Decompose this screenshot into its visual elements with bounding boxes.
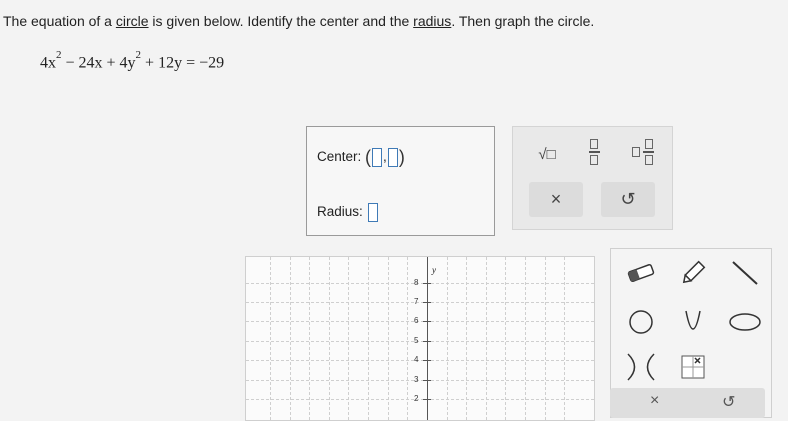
- y-axis: [427, 257, 428, 420]
- y-axis-label: y: [432, 265, 436, 275]
- prompt-text-1: The equation of a: [3, 13, 116, 29]
- graph-canvas[interactable]: y 8 7 6 5 4 3 2: [245, 256, 595, 421]
- ellipse-icon: [729, 313, 761, 331]
- answer-box: Center: (,) Radius:: [306, 126, 495, 236]
- y-tick-label: 3: [414, 375, 419, 384]
- sqrt-button[interactable]: √□: [529, 141, 565, 167]
- eraser-tool[interactable]: [619, 255, 663, 291]
- y-tick-label: 6: [414, 316, 419, 325]
- point-icon: [681, 355, 705, 379]
- mixed-number-button[interactable]: [623, 137, 663, 167]
- parabola-icon: [685, 310, 701, 330]
- equation-term: + 12y = −29: [141, 54, 225, 72]
- undo-graph-button[interactable]: ↺: [722, 392, 735, 412]
- hyperbola-icon: [627, 353, 655, 381]
- line-tool[interactable]: [723, 255, 767, 291]
- pencil-icon: [682, 260, 706, 284]
- undo-button[interactable]: ↺: [601, 182, 655, 217]
- y-tick-label: 4: [414, 355, 419, 364]
- open-paren: (: [365, 147, 372, 167]
- radius-input[interactable]: [367, 203, 378, 222]
- pencil-tool[interactable]: [671, 255, 715, 291]
- circle-link[interactable]: circle: [116, 13, 149, 29]
- radius-label: Radius:: [317, 204, 363, 220]
- graph-actions-bar: × ↺: [610, 388, 765, 418]
- line-segment-icon: [732, 261, 758, 285]
- y-tick-label: 7: [414, 297, 419, 306]
- fraction-icon: [588, 139, 600, 165]
- circle-tool[interactable]: [619, 304, 663, 340]
- problem-prompt: The equation of a circle is given below.…: [3, 13, 594, 29]
- undo-icon: ↺: [620, 189, 636, 209]
- equation-term: 4x: [40, 54, 56, 72]
- equation-exponent: 2: [135, 49, 142, 61]
- comma: ,: [383, 149, 387, 165]
- ellipse-tool[interactable]: [723, 304, 767, 340]
- center-y-input[interactable]: [387, 148, 398, 167]
- point-tool[interactable]: [671, 349, 715, 385]
- eraser-icon: [627, 264, 655, 282]
- clear-graph-button[interactable]: ×: [650, 392, 659, 410]
- parabola-tool[interactable]: [671, 304, 715, 340]
- prompt-text-3: . Then graph the circle.: [451, 13, 595, 29]
- clear-icon: ×: [550, 189, 562, 209]
- mixed-number-icon: [632, 147, 640, 157]
- math-toolbar: √□ × ↺: [512, 126, 673, 230]
- sqrt-icon: √□: [538, 145, 556, 163]
- center-label: Center:: [317, 149, 362, 165]
- center-row: Center: (,): [317, 147, 405, 168]
- equation-term: − 24x + 4y: [61, 54, 136, 72]
- circle-equation: 4x2 − 24x + 4y2 + 12y = −29: [40, 49, 225, 72]
- hyperbola-tool[interactable]: [619, 349, 663, 385]
- center-x-input[interactable]: [372, 148, 383, 167]
- radius-link[interactable]: radius: [413, 13, 451, 29]
- y-tick-label: 8: [414, 278, 419, 287]
- y-tick-label: 2: [414, 394, 419, 403]
- y-tick-label: 5: [414, 336, 419, 345]
- prompt-text-2: is given below. Identify the center and …: [148, 13, 414, 29]
- fraction-button[interactable]: [579, 137, 609, 167]
- radius-row: Radius:: [317, 203, 379, 222]
- close-paren: ): [398, 147, 405, 167]
- clear-button[interactable]: ×: [529, 182, 583, 217]
- equation-exponent: 2: [56, 49, 62, 61]
- circle-icon: [629, 310, 653, 334]
